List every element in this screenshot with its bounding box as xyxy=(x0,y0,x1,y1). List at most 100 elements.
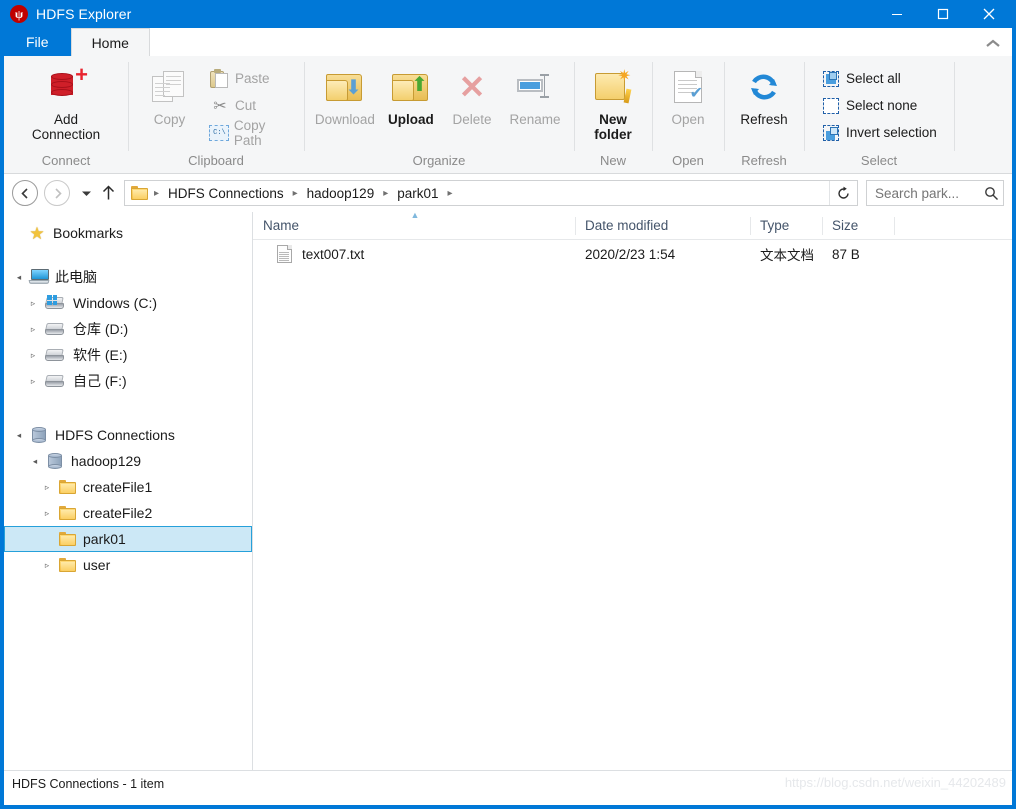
expander-icon[interactable] xyxy=(38,528,56,550)
refresh-arrow-icon[interactable] xyxy=(829,181,857,205)
folder-icon xyxy=(56,555,78,575)
copy-path-button[interactable]: C:\ Copy Path xyxy=(205,118,298,148)
rename-button[interactable]: Rename xyxy=(502,60,568,127)
folder-icon xyxy=(56,529,78,549)
file-list-pane: ▲ Name Date modified Type Size text007.t… xyxy=(253,211,1012,770)
expander-icon[interactable]: ▹ xyxy=(24,318,42,340)
expander-icon[interactable]: ▹ xyxy=(38,554,56,576)
download-button[interactable]: ⬇ Download xyxy=(310,60,380,127)
search-icon[interactable] xyxy=(984,186,999,201)
sidebar-item-label: createFile2 xyxy=(83,505,153,521)
sidebar-item-label: 自己 (F:) xyxy=(73,373,127,389)
clipboard-small-buttons: Paste ✂ Cut C:\ Copy Path xyxy=(205,60,298,148)
sidebar-item-label: hadoop129 xyxy=(71,453,142,469)
maximize-button[interactable] xyxy=(920,0,966,28)
expander-icon[interactable]: ◂ xyxy=(10,266,28,288)
up-button[interactable] xyxy=(96,180,120,206)
database-icon xyxy=(28,425,50,445)
breadcrumb-item-park01[interactable]: park01 xyxy=(391,186,444,201)
select-none-label: Select none xyxy=(846,98,918,113)
cut-button[interactable]: ✂ Cut xyxy=(205,92,298,119)
paste-button[interactable]: Paste xyxy=(205,65,298,92)
refresh-icon xyxy=(747,64,781,110)
sidebar-item-createfile1[interactable]: ▹ createFile1 xyxy=(4,474,252,500)
upload-folder-icon: ⬆ xyxy=(391,64,430,110)
search-input[interactable] xyxy=(875,185,984,201)
forward-button[interactable] xyxy=(44,180,70,206)
hdfs-logo-icon: ψ xyxy=(10,5,28,23)
invert-selection-button[interactable]: Invert selection xyxy=(816,119,941,146)
open-button[interactable]: ✔ Open xyxy=(658,60,718,127)
breadcrumb-separator: ▸ xyxy=(447,187,453,199)
sidebar-item-label: 软件 (E:) xyxy=(73,347,128,363)
invert-selection-label: Invert selection xyxy=(846,125,937,140)
table-row[interactable]: text007.txt 2020/2/23 1:54 文本文档 87 B xyxy=(253,240,1012,268)
sidebar-item-park01[interactable]: park01 xyxy=(4,526,252,552)
column-header-type[interactable]: Type xyxy=(750,215,822,237)
upload-button[interactable]: ⬆ Upload xyxy=(380,60,442,127)
file-name-cell[interactable]: text007.txt xyxy=(253,245,575,263)
new-folder-icon: ✷ xyxy=(595,64,632,110)
new-folder-label-line2: folder xyxy=(594,127,632,142)
file-type-cell: 文本文档 xyxy=(760,248,814,263)
new-folder-label-line1: New xyxy=(599,112,627,127)
sidebar-item-createfile2[interactable]: ▹ createFile2 xyxy=(4,500,252,526)
delete-button[interactable]: ✕ Delete xyxy=(442,60,502,127)
breadcrumb-bar[interactable]: ▸ HDFS Connections ▸ hadoop129 ▸ park01 … xyxy=(124,180,858,206)
expander-icon[interactable]: ▹ xyxy=(38,502,56,524)
expander-icon[interactable]: ▹ xyxy=(24,344,42,366)
select-all-button[interactable]: Select all xyxy=(816,65,941,92)
ribbon-group-connect: + Add Connection Connect xyxy=(4,56,128,173)
folder-icon xyxy=(131,185,149,201)
close-button[interactable] xyxy=(966,0,1012,28)
sidebar-item-drive-e[interactable]: ▹ 软件 (E:) xyxy=(4,342,252,368)
breadcrumb-separator: ▸ xyxy=(383,187,389,199)
ribbon-group-spacer xyxy=(954,56,1012,173)
sidebar-item-hdfs-connections[interactable]: ◂ HDFS Connections xyxy=(4,422,252,448)
sidebar-item-user[interactable]: ▹ user xyxy=(4,552,252,578)
new-folder-button[interactable]: ✷ New folder xyxy=(580,60,646,143)
column-header-size[interactable]: Size xyxy=(822,215,894,237)
paste-label: Paste xyxy=(234,71,270,86)
search-box[interactable] xyxy=(866,180,1004,206)
select-none-button[interactable]: Select none xyxy=(816,92,941,119)
delete-label: Delete xyxy=(452,112,492,127)
navigation-pane: ★ Bookmarks ◂ 此电脑 ▹ Windows (C:) ▹ 仓库 (D… xyxy=(4,212,252,770)
ribbon-group-new: ✷ New folder New xyxy=(574,56,652,173)
expander-icon[interactable]: ◂ xyxy=(10,424,28,446)
breadcrumb-item-hadoop129[interactable]: hadoop129 xyxy=(301,186,381,201)
back-button[interactable] xyxy=(12,180,38,206)
tab-file[interactable]: File xyxy=(4,28,71,56)
copy-label: Copy xyxy=(153,112,186,127)
sidebar-item-drive-d[interactable]: ▹ 仓库 (D:) xyxy=(4,316,252,342)
copy-button[interactable]: Copy xyxy=(134,60,205,127)
add-connection-button[interactable]: + Add Connection xyxy=(20,60,112,143)
sidebar-item-this-pc[interactable]: ◂ 此电脑 xyxy=(4,264,252,290)
sidebar-item-hadoop129[interactable]: ◂ hadoop129 xyxy=(4,448,252,474)
cut-label: Cut xyxy=(234,98,256,113)
sidebar-item-drive-f[interactable]: ▹ 自己 (F:) xyxy=(4,368,252,394)
refresh-button[interactable]: Refresh xyxy=(730,60,798,127)
status-text: HDFS Connections - 1 item xyxy=(12,776,165,791)
sidebar-item-label: park01 xyxy=(83,531,126,547)
expander-icon[interactable]: ▹ xyxy=(24,292,42,314)
upload-label: Upload xyxy=(387,112,434,127)
minimize-button[interactable] xyxy=(874,0,920,28)
expander-icon[interactable]: ◂ xyxy=(26,450,44,472)
expander-icon[interactable]: ▹ xyxy=(38,476,56,498)
column-header-tail xyxy=(894,215,1012,237)
sidebar-item-windows-c[interactable]: ▹ Windows (C:) xyxy=(4,290,252,316)
sidebar-item-label: HDFS Connections xyxy=(55,427,175,443)
column-header-name[interactable]: Name xyxy=(253,215,575,237)
sidebar-item-bookmarks[interactable]: ★ Bookmarks xyxy=(4,220,252,246)
select-small-buttons: Select all Select none Invert selection xyxy=(810,60,941,146)
column-header-date-modified[interactable]: Date modified xyxy=(575,215,750,237)
cut-icon: ✂ xyxy=(213,97,227,115)
history-dropdown-button[interactable] xyxy=(76,180,96,206)
title-bar: ψ HDFS Explorer xyxy=(4,0,1012,28)
chevron-up-icon[interactable] xyxy=(982,32,1004,54)
expander-icon[interactable]: ▹ xyxy=(24,370,42,392)
breadcrumb-item-hdfs-connections[interactable]: HDFS Connections xyxy=(162,186,290,201)
address-bar: ▸ HDFS Connections ▸ hadoop129 ▸ park01 … xyxy=(4,174,1012,212)
tab-home[interactable]: Home xyxy=(70,28,150,56)
